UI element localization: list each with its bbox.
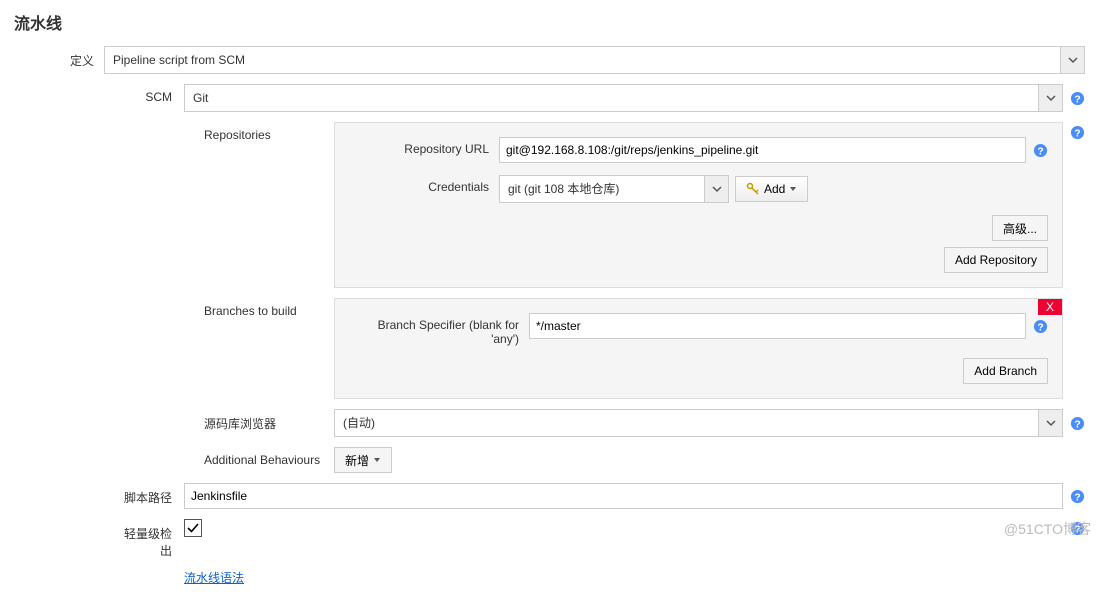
svg-text:?: ?: [1074, 492, 1080, 503]
key-icon: [746, 182, 760, 196]
browser-label: 源码库浏览器: [204, 409, 334, 432]
chevron-down-icon: [704, 176, 728, 202]
branch-spec-input[interactable]: [529, 313, 1026, 339]
svg-text:?: ?: [1074, 94, 1080, 105]
check-icon: [187, 522, 199, 534]
script-path-label: 脚本路径: [114, 483, 184, 506]
advanced-button[interactable]: 高级...: [992, 215, 1048, 241]
repositories-label: Repositories: [204, 122, 334, 142]
add-behaviour-button[interactable]: 新增: [334, 447, 392, 473]
add-repository-button[interactable]: Add Repository: [944, 247, 1048, 273]
repo-url-label: Repository URL: [349, 137, 499, 156]
add-cred-text: Add: [764, 182, 785, 196]
definition-select[interactable]: Pipeline script from SCM: [104, 46, 1085, 74]
help-icon[interactable]: ?: [1069, 124, 1085, 140]
svg-text:?: ?: [1037, 146, 1043, 157]
svg-text:?: ?: [1074, 128, 1080, 139]
lightweight-label: 轻量级检出: [114, 519, 184, 559]
add-credentials-button[interactable]: Add: [735, 176, 808, 202]
repo-browser-select[interactable]: (自动): [334, 409, 1063, 437]
repositories-group: Repository URL ? Credentials git (git 10…: [334, 122, 1063, 288]
section-title: 流水线: [14, 10, 1085, 34]
caret-down-icon: [789, 185, 797, 193]
help-icon[interactable]: ?: [1032, 142, 1048, 158]
scm-value: Git: [185, 85, 1038, 111]
watermark: @51CTO博客: [1004, 519, 1091, 539]
definition-value: Pipeline script from SCM: [105, 47, 1060, 73]
branches-label: Branches to build: [204, 298, 334, 318]
repo-browser-value: (自动): [335, 410, 1038, 436]
pipeline-syntax-link[interactable]: 流水线语法: [184, 569, 244, 586]
credentials-value: git (git 108 本地仓库): [500, 176, 704, 202]
branch-spec-label: Branch Specifier (blank for 'any'): [349, 313, 529, 346]
add-behaviour-text: 新增: [345, 452, 369, 469]
scm-select[interactable]: Git: [184, 84, 1063, 112]
caret-down-icon: [373, 456, 381, 464]
add-branch-button[interactable]: Add Branch: [963, 358, 1048, 384]
behaviours-label: Additional Behaviours: [204, 447, 334, 467]
svg-text:?: ?: [1037, 322, 1043, 333]
credentials-label: Credentials: [349, 175, 499, 194]
help-icon[interactable]: ?: [1069, 415, 1085, 431]
chevron-down-icon: [1038, 410, 1062, 436]
delete-branch-button[interactable]: X: [1038, 299, 1062, 315]
help-icon[interactable]: ?: [1069, 488, 1085, 504]
repo-url-input[interactable]: [499, 137, 1026, 163]
branches-group: X Branch Specifier (blank for 'any') ? A…: [334, 298, 1063, 399]
script-path-input[interactable]: [184, 483, 1063, 509]
definition-label: 定义: [14, 46, 104, 69]
svg-text:?: ?: [1074, 419, 1080, 430]
credentials-select[interactable]: git (git 108 本地仓库): [499, 175, 729, 203]
scm-label: SCM: [114, 84, 184, 104]
lightweight-checkbox[interactable]: [184, 519, 202, 537]
chevron-down-icon: [1060, 47, 1084, 73]
help-icon[interactable]: ?: [1032, 318, 1048, 334]
help-icon[interactable]: ?: [1069, 90, 1085, 106]
chevron-down-icon: [1038, 85, 1062, 111]
